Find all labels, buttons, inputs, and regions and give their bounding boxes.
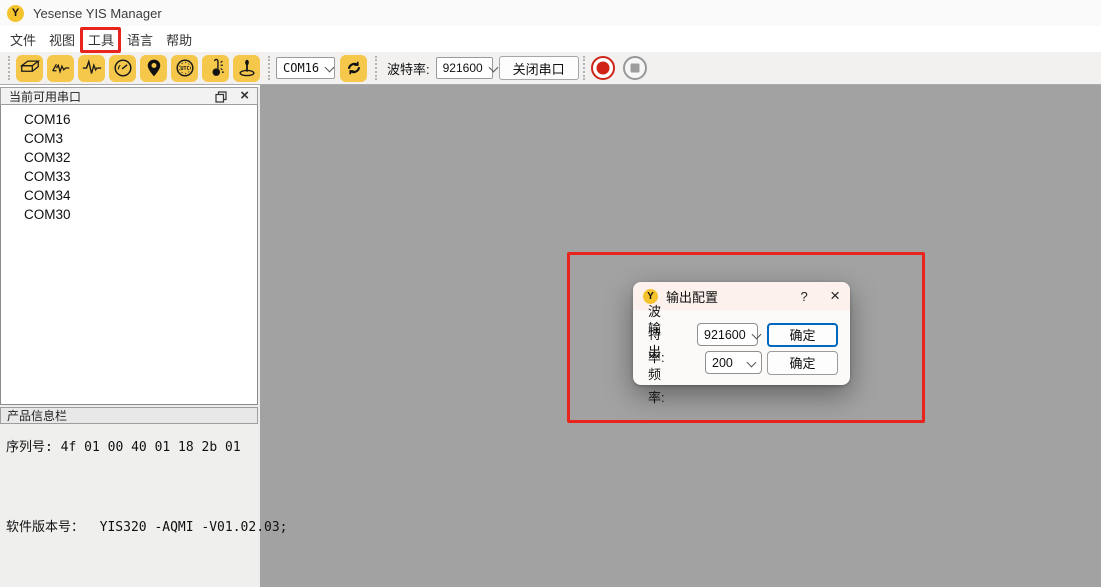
- temperature-button[interactable]: [202, 55, 229, 82]
- view-3d-button[interactable]: [16, 55, 43, 82]
- serial-number-value: 4f 01 00 40 01 18 2b 01: [61, 440, 241, 455]
- toolbar-grip[interactable]: [375, 56, 377, 80]
- app-logo-icon: Y: [7, 5, 24, 22]
- output-config-dialog: Y 输出配置 ? × 波特率: 921600 确定 输出频率: 200 确定: [633, 282, 850, 385]
- location-button[interactable]: [140, 55, 167, 82]
- chevron-down-icon: [325, 64, 329, 72]
- menu-file[interactable]: 文件: [10, 28, 36, 51]
- refresh-ports-icon: [344, 58, 364, 78]
- gauge-button[interactable]: [109, 55, 136, 82]
- menu-tools[interactable]: 工具: [88, 28, 114, 51]
- location-pin-icon: [144, 58, 164, 78]
- pulse-wave-icon: [81, 57, 103, 79]
- menu-language[interactable]: 语言: [127, 28, 153, 51]
- ports-panel-titlebar: 当前可用串口 ×: [0, 87, 258, 105]
- chevron-down-icon: [747, 359, 755, 367]
- window-titlebar: Y Yesense YIS Manager: [0, 0, 1101, 26]
- info-panel-body: 序列号: 4f 01 00 40 01 18 2b 01 软件版本号： YIS3…: [0, 424, 258, 587]
- dialog-help-button[interactable]: ?: [792, 289, 816, 304]
- record-button[interactable]: [591, 56, 615, 80]
- list-item-port[interactable]: COM30: [1, 205, 257, 224]
- stop-button[interactable]: [623, 56, 647, 80]
- window-title: Yesense YIS Manager: [33, 6, 162, 21]
- dialog-rate-select[interactable]: 200: [705, 351, 762, 374]
- dialog-rate-confirm-button[interactable]: 确定: [767, 351, 838, 375]
- list-item-port[interactable]: COM32: [1, 148, 257, 167]
- utc-clock-icon: UTC: [174, 57, 196, 79]
- dialog-title: 输出配置: [666, 287, 792, 306]
- ports-panel-title: 当前可用串口: [9, 88, 215, 105]
- dialog-baud-select[interactable]: 921600: [697, 323, 758, 346]
- serial-number-line: 序列号: 4f 01 00 40 01 18 2b 01: [6, 436, 241, 455]
- dialog-titlebar[interactable]: Y 输出配置 ? ×: [633, 282, 850, 310]
- svg-text:UTC: UTC: [180, 66, 189, 72]
- firmware-version-label: 软件版本号：: [6, 520, 100, 535]
- info-panel-title: 产品信息栏: [7, 407, 67, 424]
- baud-rate-value: 921600: [443, 61, 483, 75]
- firmware-version-line: 软件版本号： YIS320 -AQMI -V01.02.03;: [6, 516, 288, 535]
- dialog-close-icon[interactable]: ×: [830, 289, 840, 303]
- dialog-baud-confirm-button[interactable]: 确定: [767, 323, 838, 347]
- attitude-wave-icon: [50, 57, 72, 79]
- list-item-port[interactable]: COM16: [1, 110, 257, 129]
- pin-base-icon: [236, 57, 258, 79]
- baud-rate-label: 波特率:: [387, 59, 430, 78]
- thermometer-icon: [205, 57, 227, 79]
- serial-ports-list: COM16 COM3 COM32 COM33 COM34 COM30: [0, 105, 258, 405]
- close-panel-icon[interactable]: ×: [240, 90, 249, 102]
- firmware-version-value: YIS320 -AQMI -V01.02.03;: [100, 520, 288, 535]
- gauge-icon: [112, 57, 134, 79]
- attitude-wave-button[interactable]: [47, 55, 74, 82]
- menu-help[interactable]: 帮助: [166, 28, 192, 51]
- toolbar-grip[interactable]: [8, 56, 10, 80]
- toolbar-grip[interactable]: [583, 56, 585, 80]
- refresh-ports-button[interactable]: [340, 55, 367, 82]
- utc-time-button[interactable]: UTC: [171, 55, 198, 82]
- menu-view[interactable]: 视图: [49, 28, 75, 51]
- dialog-rate-value: 200: [712, 356, 733, 370]
- toolbar: UTC COM16 波特率: 921600: [0, 52, 1101, 85]
- left-dock-panel: 当前可用串口 × COM16 COM3 COM32 COM33 COM34 CO…: [0, 87, 260, 587]
- pulse-wave-button[interactable]: [78, 55, 105, 82]
- float-panel-icon[interactable]: [215, 90, 227, 102]
- close-serial-port-button[interactable]: 关闭串口: [499, 56, 579, 80]
- cube-3d-icon: [19, 57, 41, 79]
- menubar: 文件 视图 工具 语言 帮助: [0, 26, 1101, 52]
- list-item-port[interactable]: COM33: [1, 167, 257, 186]
- port-select[interactable]: COM16: [276, 57, 335, 79]
- dialog-rate-label: 输出频率:: [648, 317, 665, 409]
- magnetic-pin-button[interactable]: [233, 55, 260, 82]
- dialog-baud-value: 921600: [704, 328, 746, 342]
- list-item-port[interactable]: COM34: [1, 186, 257, 205]
- info-panel-titlebar: 产品信息栏: [0, 407, 258, 424]
- toolbar-grip[interactable]: [268, 56, 270, 80]
- list-item-port[interactable]: COM3: [1, 129, 257, 148]
- serial-number-label: 序列号:: [6, 440, 61, 455]
- baud-rate-select[interactable]: 921600: [436, 57, 493, 79]
- port-select-value: COM16: [283, 61, 319, 75]
